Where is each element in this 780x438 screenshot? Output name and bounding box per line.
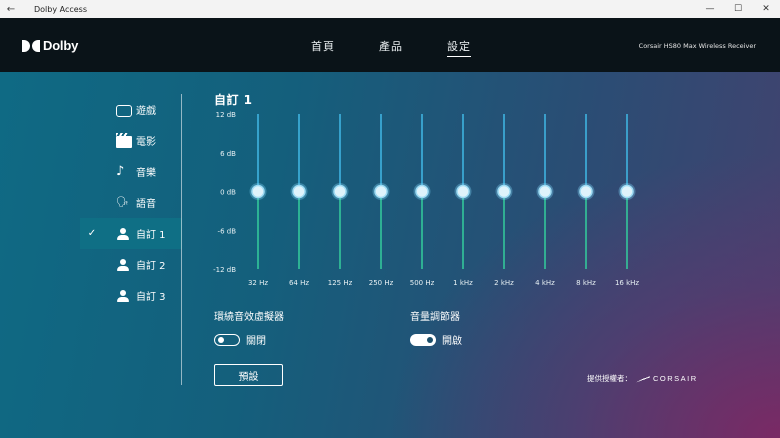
- provided-by: 提供授權者： CORSAIR: [587, 373, 698, 384]
- equalizer: 12 dB 6 dB 0 dB -6 dB -12 dB 32 Hz 64 Hz 125 Hz…: [196, 111, 656, 294]
- eq-knob[interactable]: [333, 184, 347, 199]
- sidebar-item-label: 自訂 1: [136, 230, 166, 241]
- user-icon: [116, 289, 132, 302]
- corsair-brand: CORSAIR: [653, 374, 698, 383]
- eq-knob[interactable]: [374, 184, 388, 199]
- eq-title: 自訂 1: [214, 93, 253, 107]
- eq-band-label: 500 Hz: [410, 279, 435, 287]
- sidebar-item-custom-2[interactable]: 自訂 2: [80, 249, 182, 280]
- maximize-button[interactable]: ☐: [724, 0, 752, 18]
- nav-products[interactable]: 產品: [379, 38, 403, 54]
- db-tick-label: 0 dB: [220, 189, 236, 197]
- user-icon: [116, 258, 132, 271]
- eq-band-label: 8 kHz: [576, 279, 596, 287]
- sidebar-item-label: 自訂 3: [136, 292, 166, 303]
- eq-knob[interactable]: [538, 184, 552, 199]
- app-window: ← Dolby Access — ☐ ✕ Dolby 首頁 產品 設定 Cors…: [0, 0, 780, 438]
- back-arrow-icon[interactable]: ←: [0, 4, 22, 15]
- eq-band-label: 64 Hz: [289, 279, 309, 287]
- sidebar-item-label: 自訂 2: [136, 261, 166, 272]
- sidebar-item-game[interactable]: 遊戲: [80, 94, 182, 125]
- db-tick-label: -6 dB: [218, 227, 237, 235]
- eq-knob[interactable]: [497, 184, 511, 199]
- db-tick-label: 6 dB: [220, 150, 236, 158]
- user-icon: [116, 227, 132, 240]
- sidebar-item-label: 遊戲: [136, 106, 156, 117]
- eq-band-label: 125 Hz: [328, 279, 353, 287]
- sidebar-item-movie[interactable]: 電影: [80, 125, 182, 156]
- minimize-button[interactable]: —: [696, 0, 724, 18]
- volume-leveler-label: 音量調節器: [410, 312, 460, 323]
- toggle-switch[interactable]: [214, 333, 240, 346]
- close-button[interactable]: ✕: [752, 0, 780, 18]
- sidebar-item-voice[interactable]: 🗣 語音: [80, 187, 182, 218]
- volume-leveler-state: 開啟: [442, 336, 462, 347]
- app-header: Dolby 首頁 產品 設定 Corsair HS80 Max Wireless…: [0, 18, 780, 72]
- eq-knob[interactable]: [579, 184, 593, 199]
- db-tick-label: -12 dB: [213, 266, 236, 274]
- device-name[interactable]: Corsair HS80 Max Wireless Receiver: [639, 42, 756, 50]
- eq-band-label: 1 kHz: [453, 279, 473, 287]
- sidebar-divider: [181, 94, 182, 385]
- voice-icon: 🗣: [116, 196, 129, 208]
- sidebar-item-custom-1[interactable]: ✓ 自訂 1: [80, 218, 182, 249]
- sidebar-item-label: 語音: [136, 199, 156, 210]
- eq-band-label: 4 kHz: [535, 279, 555, 287]
- corsair-sails-icon: [636, 375, 650, 383]
- sidebar-item-label: 電影: [136, 137, 156, 148]
- eq-knob[interactable]: [292, 184, 306, 199]
- provided-by-label: 提供授權者：: [587, 374, 632, 383]
- toggle-switch[interactable]: [410, 333, 436, 346]
- title-bar: ← Dolby Access — ☐ ✕: [0, 0, 780, 18]
- volume-leveler: 音量調節器 開啟: [410, 308, 462, 347]
- checkmark-icon: ✓: [87, 228, 97, 239]
- eq-knob[interactable]: [251, 184, 265, 199]
- nav-settings[interactable]: 設定: [447, 38, 471, 57]
- sidebar-item-custom-3[interactable]: 自訂 3: [80, 280, 182, 311]
- surround-state: 關閉: [246, 336, 266, 347]
- equalizer-graph: 12 dB 6 dB 0 dB -6 dB -12 dB 32 Hz 64 Hz 125 Hz…: [213, 111, 639, 287]
- eq-knob[interactable]: [415, 184, 429, 199]
- db-tick-label: 12 dB: [216, 111, 237, 119]
- settings-panel: 遊戲 電影 ♪ 音樂 🗣 語音 ✓ 自訂 1 自訂 2 自訂 3 自訂 1 12…: [0, 72, 780, 438]
- music-note-icon: ♪: [116, 163, 125, 179]
- gamepad-icon: [116, 104, 132, 117]
- eq-band-label: 32 Hz: [248, 279, 268, 287]
- surround-toggle[interactable]: 關閉: [214, 332, 284, 347]
- window-title: Dolby Access: [34, 4, 88, 14]
- eq-knob[interactable]: [456, 184, 470, 199]
- window-controls: — ☐ ✕: [696, 0, 780, 18]
- sidebar-item-label: 音樂: [136, 168, 156, 179]
- reset-preset-button[interactable]: 預設: [214, 364, 283, 386]
- eq-band-label: 2 kHz: [494, 279, 514, 287]
- eq-band-label: 250 Hz: [369, 279, 394, 287]
- corsair-logo: CORSAIR: [636, 374, 698, 383]
- clapperboard-icon: [116, 132, 132, 148]
- eq-knob[interactable]: [620, 184, 634, 199]
- volume-leveler-toggle[interactable]: 開啟: [410, 332, 462, 347]
- nav-home[interactable]: 首頁: [311, 38, 335, 54]
- sidebar-item-music[interactable]: ♪ 音樂: [80, 156, 182, 187]
- eq-band-label: 16 kHz: [615, 279, 639, 287]
- profile-sidebar: 遊戲 電影 ♪ 音樂 🗣 語音 ✓ 自訂 1 自訂 2 自訂 3: [80, 94, 182, 311]
- surround-label: 環繞音效虛擬器: [214, 312, 284, 323]
- surround-virtualizer: 環繞音效虛擬器 關閉: [214, 308, 284, 347]
